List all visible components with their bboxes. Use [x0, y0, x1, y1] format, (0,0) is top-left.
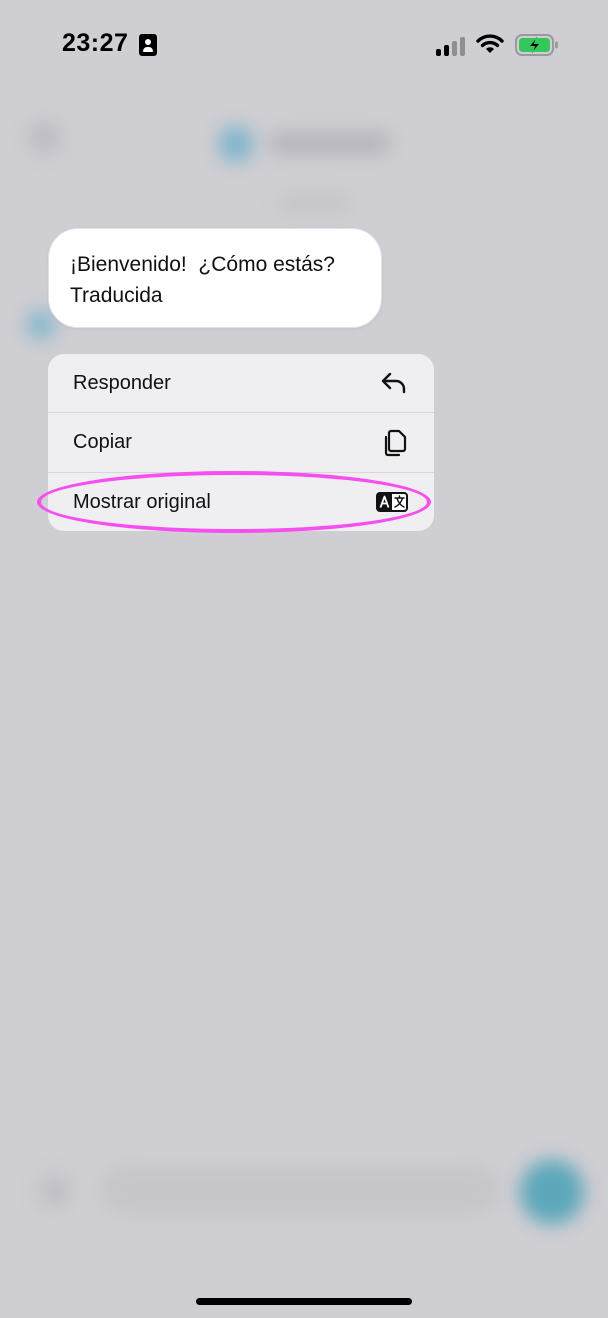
blurred-attach-button	[40, 1176, 70, 1206]
message-bubble: ¡Bienvenido! ¿Cómo estás? Traducida	[48, 228, 382, 328]
home-indicator[interactable]	[196, 1298, 412, 1305]
battery-charging-icon	[515, 34, 558, 56]
menu-item-label: Copiar	[73, 431, 132, 453]
translate-icon	[376, 492, 408, 512]
cellular-signal-icon	[436, 36, 466, 56]
menu-item-copy[interactable]: Copiar	[48, 412, 434, 472]
menu-item-reply[interactable]: Responder	[48, 354, 434, 412]
blurred-contact-avatar	[218, 126, 254, 162]
copy-icon	[382, 429, 408, 457]
context-menu: Responder Copiar Mostrar original	[48, 354, 434, 531]
blurred-back-button	[30, 122, 60, 152]
blurred-message-input	[100, 1166, 500, 1214]
wifi-icon	[476, 34, 504, 53]
status-time: 23:27	[62, 29, 129, 57]
blurred-chat-background	[0, 0, 608, 1318]
menu-item-show-original[interactable]: Mostrar original	[48, 472, 434, 531]
reply-arrow-icon	[380, 371, 408, 395]
blurred-message-avatar	[26, 310, 56, 340]
translation-label: Traducida	[70, 284, 163, 307]
person-card-icon	[139, 34, 157, 56]
menu-item-label: Responder	[73, 371, 171, 394]
message-text: ¡Bienvenido! ¿Cómo estás?	[70, 253, 335, 276]
blurred-contact-status	[280, 196, 350, 210]
menu-item-label: Mostrar original	[73, 490, 211, 513]
status-bar: 23:27	[0, 0, 608, 90]
blurred-send-button	[520, 1160, 584, 1224]
blurred-contact-name	[270, 132, 390, 154]
